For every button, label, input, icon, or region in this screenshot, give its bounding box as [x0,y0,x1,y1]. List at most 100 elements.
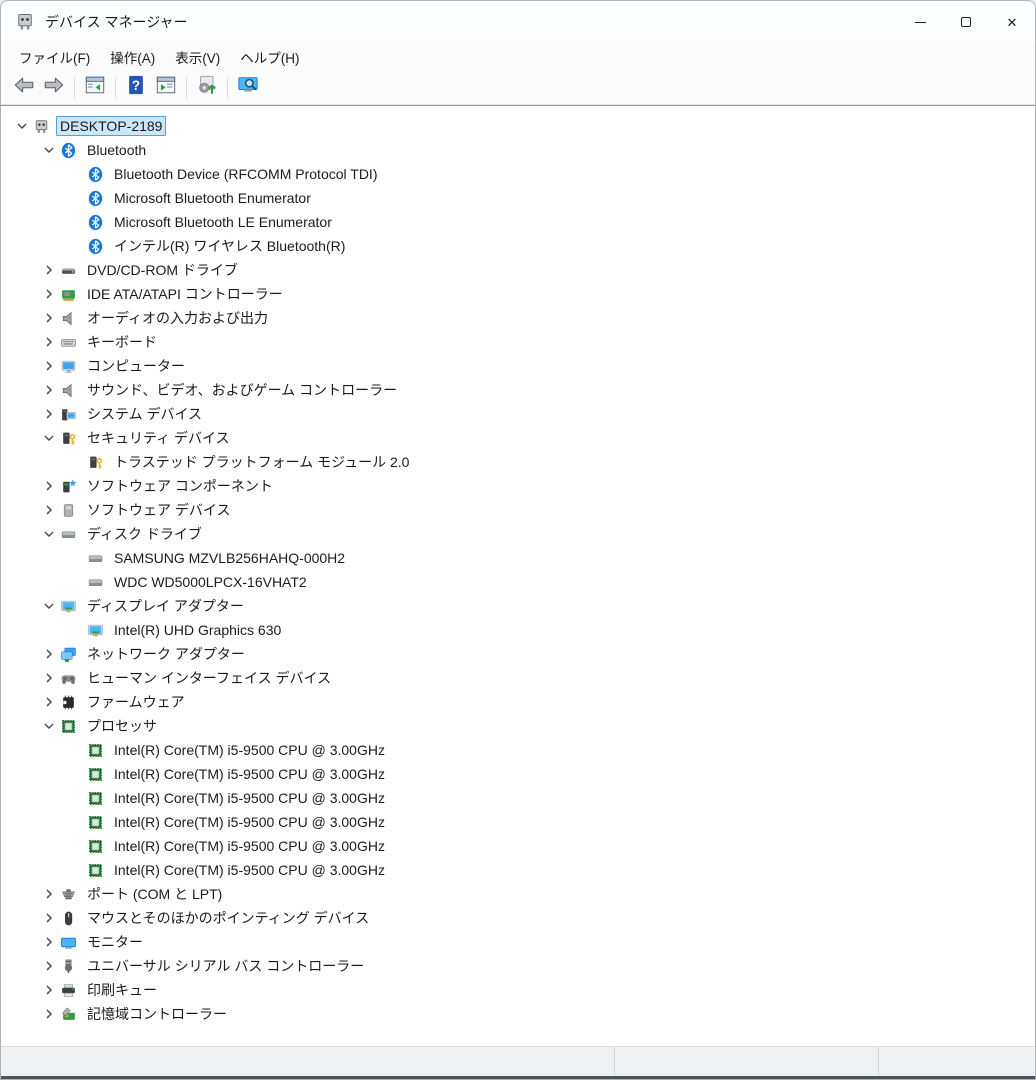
toolbar-separator [227,77,228,99]
tree-item-label: ディスク ドライブ [83,522,206,546]
device-tree: DESKTOP-2189BluetoothBluetooth Device (R… [1,105,1035,1046]
chevron-collapsed-icon[interactable] [38,690,60,714]
chevron-collapsed-icon[interactable] [38,906,60,930]
statusbar-section [879,1047,1035,1076]
chevron-collapsed-icon[interactable] [38,282,60,306]
chevron-collapsed-icon[interactable] [38,1002,60,1026]
chevron-expanded-icon[interactable] [11,114,33,138]
tree-item[interactable]: Bluetooth Device (RFCOMM Protocol TDI) [1,162,1035,186]
chevron-expanded-icon[interactable] [38,138,60,162]
menu-item-view[interactable]: 表示(V) [165,43,230,71]
tree-item[interactable]: コンピューター [1,354,1035,378]
help-button[interactable]: ? [121,74,151,102]
tree-item[interactable]: Intel(R) UHD Graphics 630 [1,618,1035,642]
bluetooth-icon [60,142,77,159]
tree-item-label: ポート (COM と LPT) [83,882,226,906]
devices-monitor-search-icon [237,74,259,101]
tree-item[interactable]: IDE ATA/ATAPI コントローラー [1,282,1035,306]
tree-item[interactable]: マウスとそのほかのポインティング デバイス [1,906,1035,930]
tree-item[interactable]: DESKTOP-2189 [1,114,1035,138]
tree-item[interactable]: Intel(R) Core(TM) i5-9500 CPU @ 3.00GHz [1,858,1035,882]
tree-item[interactable]: 記憶域コントローラー [1,1002,1035,1026]
chevron-expanded-icon[interactable] [38,714,60,738]
tree-item-label: トラステッド プラットフォーム モジュール 2.0 [110,450,413,474]
tree-item[interactable]: オーディオの入力および出力 [1,306,1035,330]
chevron-expanded-icon[interactable] [38,522,60,546]
tree-item[interactable]: ソフトウェア コンポーネント [1,474,1035,498]
bluetooth-icon [87,214,104,231]
forward-arrow-button[interactable] [39,74,69,102]
tree-item[interactable]: インテル(R) ワイヤレス Bluetooth(R) [1,234,1035,258]
security-device-icon [87,454,104,471]
minimize-button[interactable] [897,1,943,43]
tree-item[interactable]: ユニバーサル シリアル バス コントローラー [1,954,1035,978]
tree-item[interactable]: サウンド、ビデオ、およびゲーム コントローラー [1,378,1035,402]
chevron-collapsed-icon[interactable] [38,330,60,354]
tree-item[interactable]: プロセッサ [1,714,1035,738]
tree-item[interactable]: DVD/CD-ROM ドライブ [1,258,1035,282]
chevron-collapsed-icon[interactable] [38,954,60,978]
chevron-expanded-icon[interactable] [38,426,60,450]
bluetooth-icon [87,238,104,255]
chevron-collapsed-icon[interactable] [38,258,60,282]
tree-item[interactable]: 印刷キュー [1,978,1035,1002]
tree-item[interactable]: ファームウェア [1,690,1035,714]
chevron-expanded-icon[interactable] [38,594,60,618]
tree-item[interactable]: Intel(R) Core(TM) i5-9500 CPU @ 3.00GHz [1,810,1035,834]
tree-item[interactable]: Bluetooth [1,138,1035,162]
tree-item[interactable]: ポート (COM と LPT) [1,882,1035,906]
chevron-collapsed-icon[interactable] [38,378,60,402]
tree-item[interactable]: モニター [1,930,1035,954]
tree-item[interactable]: ディスプレイ アダプター [1,594,1035,618]
chevron-collapsed-icon[interactable] [38,306,60,330]
bluetooth-icon [87,166,104,183]
properties-window-button[interactable] [151,74,181,102]
tree-item[interactable]: Microsoft Bluetooth Enumerator [1,186,1035,210]
keyboard-icon [60,334,77,351]
chevron-collapsed-icon[interactable] [38,930,60,954]
tree-item[interactable]: Intel(R) Core(TM) i5-9500 CPU @ 3.00GHz [1,786,1035,810]
processor-chip-icon [87,862,104,879]
tree-item-label: プロセッサ [83,714,161,738]
console-tree-window-button[interactable] [80,74,110,102]
maximize-button[interactable] [943,1,989,43]
tree-item[interactable]: Intel(R) Core(TM) i5-9500 CPU @ 3.00GHz [1,738,1035,762]
tree-item-label: Microsoft Bluetooth Enumerator [110,188,315,208]
menu-item-file[interactable]: ファイル(F) [9,43,100,71]
chevron-collapsed-icon[interactable] [38,666,60,690]
tree-item-label: ファームウェア [83,690,189,714]
tree-item[interactable]: ヒューマン インターフェイス デバイス [1,666,1035,690]
menu-item-help[interactable]: ヘルプ(H) [230,43,309,71]
tree-item[interactable]: SAMSUNG MZVLB256HAHQ-000H2 [1,546,1035,570]
chevron-collapsed-icon[interactable] [38,498,60,522]
tree-item[interactable]: Intel(R) Core(TM) i5-9500 CPU @ 3.00GHz [1,834,1035,858]
scan-hardware-changes-button[interactable] [192,74,222,102]
chevron-collapsed-icon[interactable] [38,978,60,1002]
tree-item[interactable]: ソフトウェア デバイス [1,498,1035,522]
chevron-collapsed-icon[interactable] [38,402,60,426]
back-arrow-button[interactable] [9,74,39,102]
tree-item[interactable]: Microsoft Bluetooth LE Enumerator [1,210,1035,234]
chevron-collapsed-icon[interactable] [38,474,60,498]
tree-item[interactable]: キーボード [1,330,1035,354]
devices-monitor-search-button[interactable] [233,74,263,102]
tree-item[interactable]: WDC WD5000LPCX-16VHAT2 [1,570,1035,594]
network-adapter-icon [60,646,77,663]
chevron-collapsed-icon[interactable] [38,642,60,666]
tree-item[interactable]: Intel(R) Core(TM) i5-9500 CPU @ 3.00GHz [1,762,1035,786]
tree-item[interactable]: システム デバイス [1,402,1035,426]
properties-window-icon [155,74,177,101]
tree-item[interactable]: ディスク ドライブ [1,522,1035,546]
tree-item[interactable]: セキュリティ デバイス [1,426,1035,450]
chevron-collapsed-icon[interactable] [38,882,60,906]
processor-chip-icon [87,814,104,831]
processor-chip-icon [60,718,77,735]
tree-item[interactable]: ネットワーク アダプター [1,642,1035,666]
chevron-collapsed-icon[interactable] [38,354,60,378]
menu-item-action[interactable]: 操作(A) [100,43,165,71]
close-button[interactable]: ✕ [989,1,1035,43]
chevron-slot [65,786,87,810]
tree-item-label: DESKTOP-2189 [56,116,166,136]
tree-item[interactable]: トラステッド プラットフォーム モジュール 2.0 [1,450,1035,474]
display-adapter-icon [60,598,77,615]
